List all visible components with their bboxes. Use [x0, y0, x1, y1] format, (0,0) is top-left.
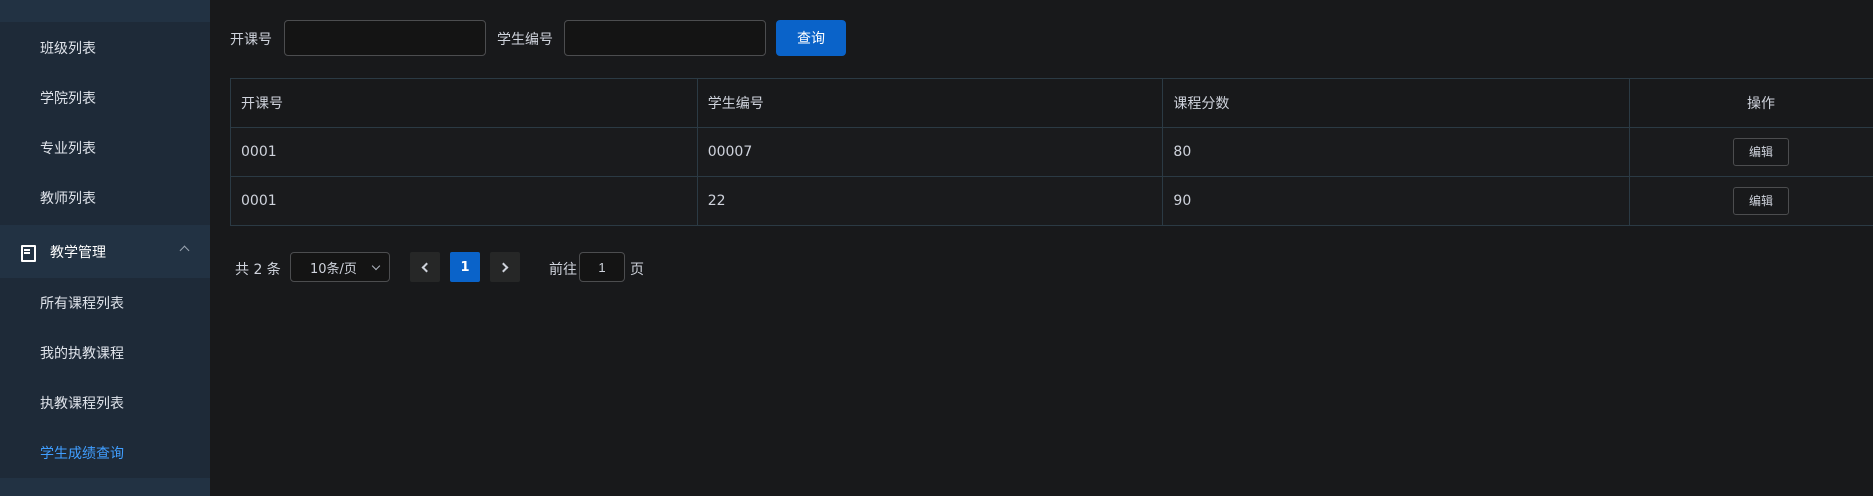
- sidebar-item-label: 学院列表: [40, 91, 96, 107]
- cell-student-no: 22: [696, 176, 1164, 226]
- score-table: 开课号 学生编号 课程分数 操作 0001 00007 80 编辑 0001 2…: [230, 78, 1873, 226]
- cell-student-no: 00007: [696, 127, 1164, 177]
- page-size-select[interactable]: 10条/页: [290, 252, 390, 282]
- sidebar: 班级列表 学院列表 专业列表 教师列表 教学管理 所有课程列表 我的执教课程 执…: [0, 0, 210, 496]
- sidebar-item-class-list[interactable]: 班级列表: [0, 23, 210, 73]
- query-button[interactable]: 查询: [776, 20, 846, 56]
- sidebar-item-label: 教师列表: [40, 191, 96, 207]
- prev-page-button[interactable]: [410, 252, 440, 282]
- chevron-right-icon: [498, 262, 509, 272]
- sidebar-group-partial[interactable]: [0, 0, 210, 22]
- sidebar-group-teaching[interactable]: 教学管理: [0, 225, 210, 278]
- goto-suffix: 页: [630, 262, 644, 278]
- cell-course-no: 0001: [230, 176, 698, 226]
- sidebar-item-score-query[interactable]: 学生成绩查询: [0, 428, 210, 478]
- goto-page-input[interactable]: [579, 252, 625, 282]
- page-number-button[interactable]: 1: [450, 252, 480, 282]
- sidebar-item-my-courses[interactable]: 我的执教课程: [0, 328, 210, 378]
- course-no-input[interactable]: [284, 20, 486, 56]
- course-no-label: 开课号: [230, 32, 272, 48]
- book-icon: [20, 244, 36, 262]
- column-header-score: 课程分数: [1162, 78, 1631, 128]
- menu-group-icon: [20, 0, 34, 4]
- total-count: 共 2 条: [235, 262, 281, 278]
- search-form: 开课号 学生编号 查询: [210, 20, 1873, 56]
- sidebar-item-major-list[interactable]: 专业列表: [0, 123, 210, 173]
- sidebar-item-teacher-list[interactable]: 教师列表: [0, 173, 210, 223]
- column-header-student-no: 学生编号: [696, 78, 1164, 128]
- sidebar-item-all-courses[interactable]: 所有课程列表: [0, 278, 210, 328]
- sidebar-item-label: 学生成绩查询: [40, 446, 124, 462]
- next-page-button[interactable]: [490, 252, 520, 282]
- edit-button[interactable]: 编辑: [1733, 138, 1790, 166]
- sidebar-item-college-list[interactable]: 学院列表: [0, 73, 210, 123]
- column-header-actions: 操作: [1629, 78, 1873, 128]
- sidebar-item-label: 我的执教课程: [40, 346, 124, 362]
- chevron-up-icon: [179, 245, 190, 256]
- table-header-row: 开课号 学生编号 课程分数 操作: [230, 78, 1873, 128]
- main-content: 开课号 学生编号 查询 开课号 学生编号 课程分数 操作 0001 00007 …: [210, 0, 1873, 496]
- chevron-down-icon: [371, 261, 381, 271]
- cell-course-no: 0001: [230, 127, 698, 177]
- student-no-label: 学生编号: [497, 32, 553, 48]
- sidebar-item-label: 所有课程列表: [40, 296, 124, 312]
- sidebar-item-label: 执教课程列表: [40, 396, 124, 412]
- chevron-left-icon: [421, 262, 432, 272]
- cell-actions: 编辑: [1629, 176, 1873, 226]
- app-root: 班级列表 学院列表 专业列表 教师列表 教学管理 所有课程列表 我的执教课程 执…: [0, 0, 1873, 496]
- sidebar-item-label: 专业列表: [40, 141, 96, 157]
- cell-score: 80: [1162, 127, 1631, 177]
- column-header-course-no: 开课号: [230, 78, 698, 128]
- pagination: 共 2 条 10条/页 1 前往 页: [210, 252, 1873, 282]
- cell-score: 90: [1162, 176, 1631, 226]
- goto-label: 前往: [549, 262, 577, 278]
- sidebar-group-partial-bottom[interactable]: [0, 478, 210, 496]
- table-row: 0001 22 90 编辑: [230, 176, 1873, 226]
- sidebar-item-label: 班级列表: [40, 41, 96, 57]
- edit-button[interactable]: 编辑: [1733, 187, 1790, 215]
- student-no-input[interactable]: [564, 20, 766, 56]
- cell-actions: 编辑: [1629, 127, 1873, 177]
- page-size-value: 10条/页: [310, 261, 357, 277]
- sidebar-group-label: 教学管理: [50, 244, 106, 261]
- sidebar-item-teaching-courses[interactable]: 执教课程列表: [0, 378, 210, 428]
- table-row: 0001 00007 80 编辑: [230, 127, 1873, 177]
